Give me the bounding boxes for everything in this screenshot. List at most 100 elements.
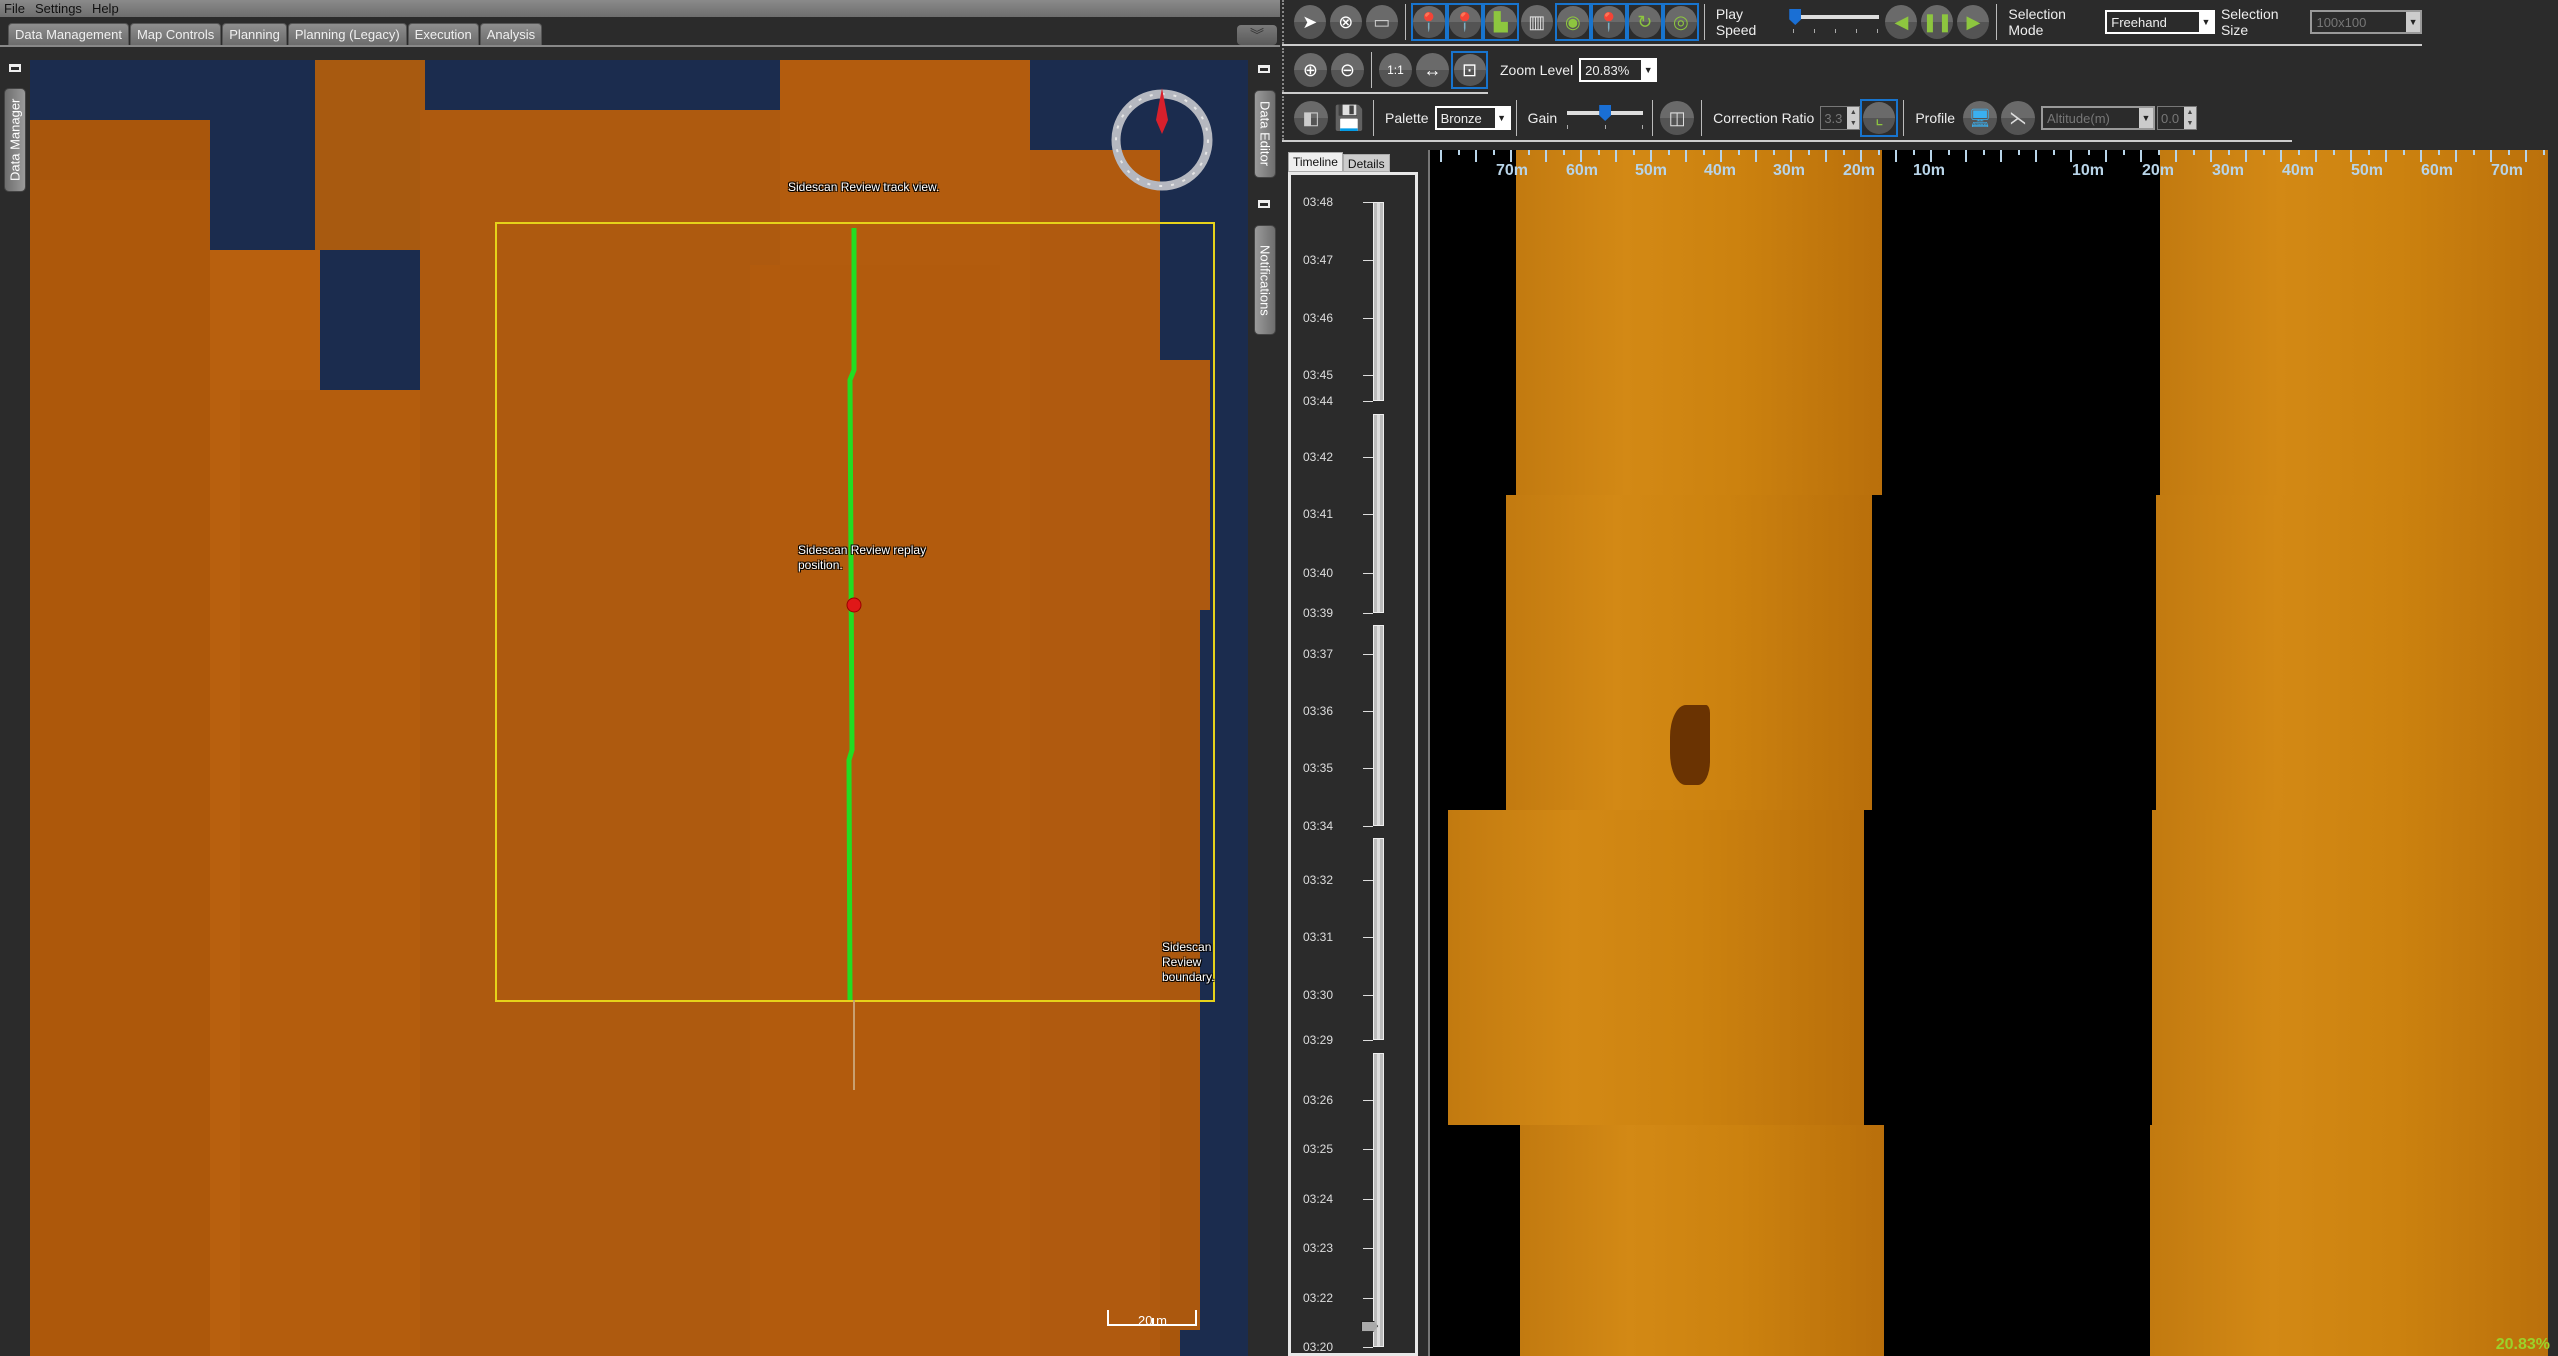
tab-map-controls[interactable]: Map Controls xyxy=(129,23,222,45)
pause-button[interactable]: ❚❚ xyxy=(1921,5,1954,39)
palette-select[interactable]: Bronze ▼ xyxy=(1434,106,1511,130)
timeline-tick xyxy=(1363,1248,1373,1250)
zoom-actual-button[interactable]: 1:1 xyxy=(1378,53,1412,87)
save-button[interactable]: 💾 xyxy=(1332,101,1366,135)
tab-data-management[interactable]: Data Management xyxy=(8,23,129,45)
tab-details[interactable]: Details xyxy=(1342,154,1390,172)
tab-analysis[interactable]: Analysis xyxy=(479,23,543,45)
correction-toggle-button[interactable]: ⌞ xyxy=(1860,99,1899,137)
marker-list-button[interactable]: 📍 xyxy=(1590,3,1627,41)
clear-overlay-icon: ◧ xyxy=(1302,107,1320,128)
play-button[interactable]: ▶ xyxy=(1957,5,1990,39)
ruler-tick xyxy=(1772,150,1775,155)
ruler-label: 70m xyxy=(1495,162,1529,179)
profile-number-input[interactable]: 0.0 ▲ ▼ xyxy=(2157,106,2198,130)
route-marker-button[interactable]: ↻ xyxy=(1626,3,1663,41)
timeline-label: 03:45 xyxy=(1303,368,1334,383)
slant-range-button[interactable]: ◫ xyxy=(1660,101,1695,135)
sonar-target-shadow[interactable] xyxy=(1670,705,1710,785)
select-area-button[interactable]: ⊗ xyxy=(1329,5,1362,39)
timeline-tick xyxy=(1363,1099,1373,1101)
timeline-track[interactable]: 03:48 03:47 03:46 03:45 03:44 03:42 03:41 03:40… xyxy=(1288,172,1418,1356)
collapse-ribbon-button[interactable]: ︾ xyxy=(1237,25,1277,45)
ruler-tick xyxy=(2175,150,2177,162)
correction-ratio-input[interactable]: 3.3 ▲ ▼ xyxy=(1820,106,1861,130)
ruler-tick xyxy=(2472,150,2475,155)
menu-settings[interactable]: Settings xyxy=(35,1,82,16)
eye-marker-button[interactable]: ◉ xyxy=(1554,3,1591,41)
separator xyxy=(1370,52,1372,88)
ruler-tick xyxy=(2052,150,2055,155)
timeline-segment[interactable] xyxy=(1373,838,1384,1040)
ruler-tick xyxy=(1842,150,1845,155)
ruler-tick xyxy=(1492,150,1495,155)
profile-select[interactable]: Altitude(m) ▼ xyxy=(2041,106,2156,130)
ruler-tick xyxy=(1825,150,1827,162)
timeline-segment[interactable] xyxy=(1373,414,1384,613)
zoom-in-button[interactable]: ⊕ xyxy=(1293,53,1327,87)
target-map-button[interactable]: ◎ xyxy=(1662,3,1699,41)
zoom-in-icon: ⊕ xyxy=(1302,59,1318,80)
restore-icon[interactable] xyxy=(1258,200,1270,208)
ruler-tick xyxy=(2280,150,2282,162)
menu-file[interactable]: File xyxy=(4,1,25,16)
starboard-sonar-strip xyxy=(2156,495,2556,810)
ruler-button[interactable]: ▭ xyxy=(1365,5,1398,39)
timeline-segment[interactable] xyxy=(1373,625,1384,826)
menu-help[interactable]: Help xyxy=(92,1,119,16)
fit-width-button[interactable]: ↔ xyxy=(1415,53,1449,87)
pointer-button[interactable]: ➤ xyxy=(1293,5,1326,39)
clear-overlay-button[interactable]: ◧ xyxy=(1294,101,1328,135)
restore-icon[interactable] xyxy=(1258,65,1270,73)
timeline-segment[interactable] xyxy=(1373,1052,1384,1347)
selection-mode-select[interactable]: Freehand ▼ xyxy=(2105,10,2215,34)
separator xyxy=(1373,100,1374,136)
profile-split-button[interactable]: ⋋ xyxy=(2001,101,2036,135)
timeline-label: 03:30 xyxy=(1303,988,1334,1003)
ruler-tick xyxy=(2332,150,2335,155)
sonar-waterfall[interactable]: 70m 60m 50m 40m 30m 20m 10m 10m 20m 30m 40m 50m 60m 7… xyxy=(1428,150,2556,1356)
profile-monitor-button[interactable]: 🖥 xyxy=(1963,101,1998,135)
selection-size-select[interactable]: 100x100 ▼ xyxy=(2310,10,2423,34)
restore-icon[interactable] xyxy=(9,64,21,72)
zoom-out-button[interactable]: ⊖ xyxy=(1330,53,1364,87)
waterfall-edge xyxy=(2548,150,2556,1356)
ruler-label: 50m xyxy=(2350,162,2384,179)
toolbar-grip[interactable] xyxy=(1282,48,1288,92)
delete-marker-button[interactable]: 📍 xyxy=(1446,3,1483,41)
compass[interactable] xyxy=(1108,86,1216,194)
ruler-tick xyxy=(1650,150,1652,162)
timeline-segment[interactable] xyxy=(1373,202,1384,401)
zoom-region-button[interactable]: ⊡ xyxy=(1450,51,1489,89)
toolbar-grip[interactable] xyxy=(1282,96,1288,140)
replay-position-marker[interactable] xyxy=(846,597,862,613)
track-line[interactable] xyxy=(30,60,1248,1356)
tab-planning[interactable]: Planning xyxy=(222,23,287,45)
notifications-button[interactable]: Notifications xyxy=(1254,225,1276,335)
ruler-tick xyxy=(2070,150,2072,162)
profile-view-button[interactable]: ▥ xyxy=(1520,5,1553,39)
tab-timeline[interactable]: Timeline xyxy=(1288,152,1343,172)
data-editor-button[interactable]: Data Editor xyxy=(1254,90,1276,178)
map-view[interactable]: Sidescan Review track view. Sidescan Rev… xyxy=(30,60,1248,1356)
play-speed-slider[interactable] xyxy=(1789,7,1883,37)
tab-execution[interactable]: Execution xyxy=(407,23,479,45)
ruler-tick xyxy=(2245,150,2247,162)
slant-range-icon: ◫ xyxy=(1668,107,1686,128)
timeline-label: 03:39 xyxy=(1303,605,1334,620)
monitor-icon: 🖥 xyxy=(1968,107,1992,128)
zoom-level-select[interactable]: 20.83% ▼ xyxy=(1579,58,1658,82)
profile-view-icon: ▥ xyxy=(1528,11,1546,32)
range-ruler: 70m 60m 50m 40m 30m 20m 10m 10m 20m 30m 40m 50m 60m 7… xyxy=(1430,150,2556,186)
toolbar-grip[interactable] xyxy=(1282,0,1288,44)
add-marker-button[interactable]: 📍 xyxy=(1410,3,1447,41)
ruler-tick xyxy=(1947,150,1950,155)
delete-marker-icon: 📍 xyxy=(1448,6,1481,38)
ruler-tick xyxy=(1702,150,1705,155)
data-manager-button[interactable]: Data Manager xyxy=(4,88,26,192)
gain-slider[interactable] xyxy=(1563,103,1647,133)
layer-button[interactable]: ▙ xyxy=(1482,3,1519,41)
tab-planning-legacy[interactable]: Planning (Legacy) xyxy=(287,23,407,45)
step-back-button[interactable]: ◀ xyxy=(1885,5,1918,39)
timeline-tick xyxy=(1363,825,1373,827)
